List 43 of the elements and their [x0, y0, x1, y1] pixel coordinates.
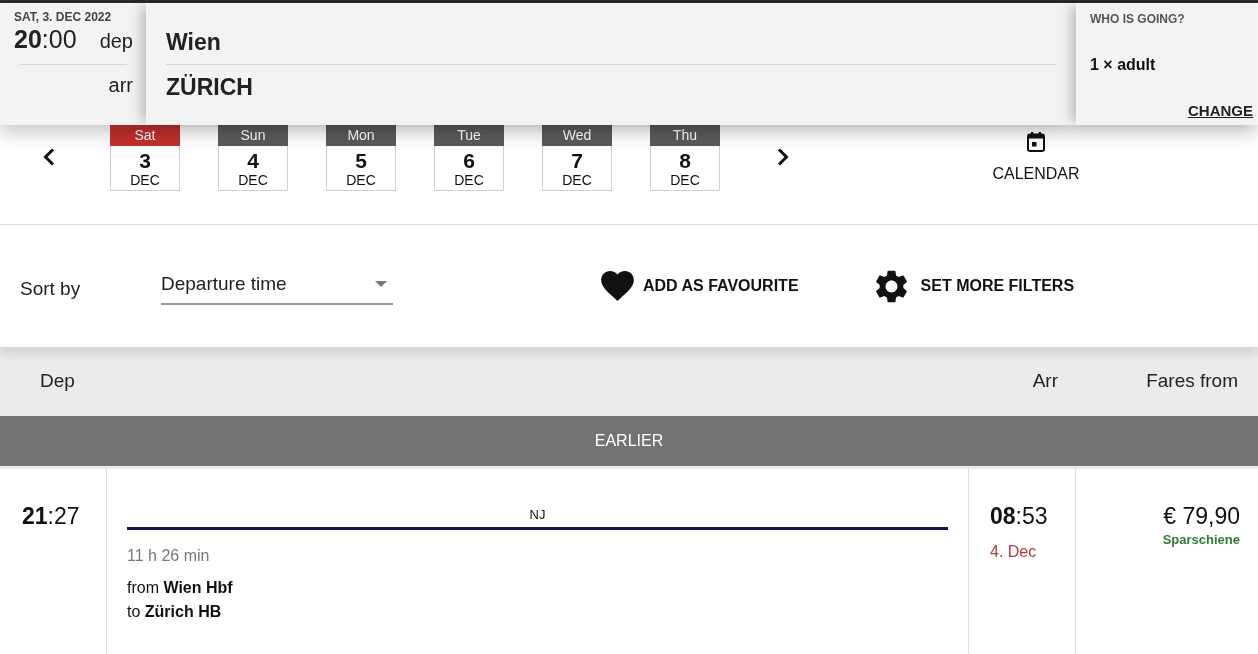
- filters-button[interactable]: SET MORE FILTERS: [874, 269, 1075, 303]
- fare-name: Sparschiene: [1162, 532, 1240, 548]
- datetime-panel[interactable]: SAT, 3. DEC 2022 20:00 dep arr: [0, 3, 146, 125]
- passenger-title: WHO IS GOING?: [1090, 12, 1185, 26]
- origin-station: Wien: [166, 28, 221, 56]
- travel-date: SAT, 3. DEC 2022: [14, 10, 113, 24]
- duration-text: 11 h 26 min: [127, 546, 210, 566]
- calendar-icon: [1027, 132, 1045, 152]
- destination-station: to Zürich HB: [127, 602, 222, 622]
- passenger-summary: 1 × adult: [1090, 55, 1156, 75]
- favourite-button[interactable]: ADD AS FAVOURITE: [601, 271, 799, 301]
- date-card[interactable]: Tue 6 DEC: [434, 125, 504, 191]
- change-link[interactable]: CHANGE: [1188, 102, 1253, 120]
- date-card[interactable]: Mon 5 DEC: [326, 125, 396, 191]
- column-header: Dep: [40, 370, 75, 392]
- dropdown-caret-icon: [375, 281, 387, 287]
- chevron-right-icon: [777, 148, 789, 166]
- departure-label: dep: [99, 29, 133, 54]
- train-label: NJ: [529, 507, 546, 522]
- arrival-label: arr: [108, 73, 133, 97]
- previous-day-button[interactable]: [42, 148, 56, 166]
- destination-station: ZÜRICH: [166, 73, 253, 101]
- earlier-button[interactable]: EARLIER: [0, 416, 1258, 466]
- price: € 79,90: [1163, 502, 1240, 530]
- departure-time: 21:27: [22, 503, 80, 529]
- sort-select[interactable]: Departure time: [161, 265, 393, 305]
- next-day-button[interactable]: [776, 148, 790, 166]
- date-card[interactable]: Wed 7 DEC: [542, 125, 612, 191]
- calendar-button[interactable]: CALENDAR: [986, 132, 1086, 184]
- arrival-date: 4. Dec: [990, 542, 1037, 562]
- date-card[interactable]: Thu 8 DEC: [650, 125, 720, 191]
- column-header: Arr: [1032, 370, 1058, 392]
- arrival-time: 08:53: [990, 502, 1048, 530]
- date-card[interactable]: Sun 4 DEC: [218, 125, 288, 191]
- departure-time: 20:00: [14, 24, 77, 54]
- heart-icon: [601, 271, 634, 301]
- gear-icon: [874, 269, 908, 303]
- sort-label: Sort by: [20, 277, 82, 301]
- column-header: Fares from: [1146, 370, 1238, 392]
- origin-station: from Wien Hbf: [127, 578, 233, 598]
- chevron-left-icon: [43, 148, 55, 166]
- date-card[interactable]: Sat 3 DEC: [110, 125, 180, 191]
- route-panel[interactable]: Wien ZÜRICH: [146, 3, 1076, 125]
